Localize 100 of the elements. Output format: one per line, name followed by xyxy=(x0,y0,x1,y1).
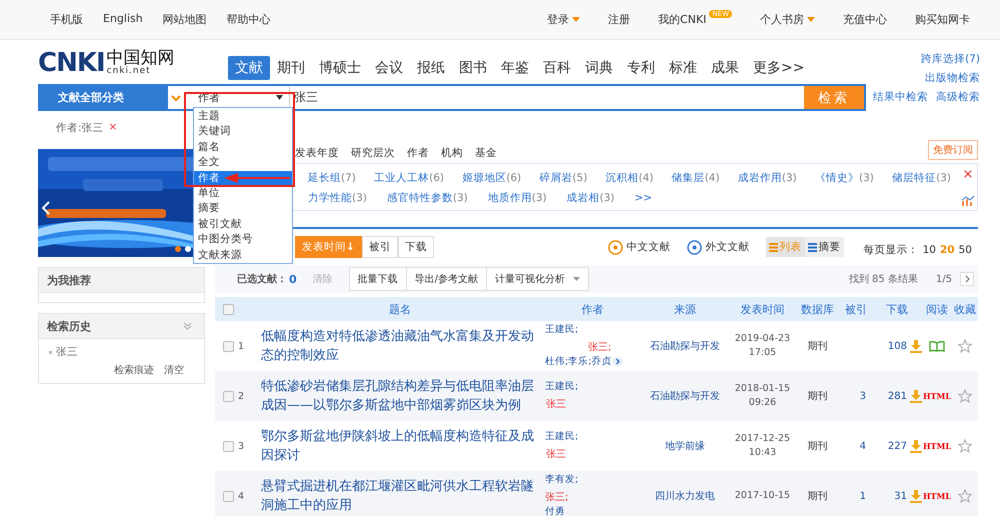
author-link[interactable]: 张三 xyxy=(545,448,578,462)
top-link[interactable]: 网站地图 xyxy=(162,12,207,27)
chevron-right-icon[interactable] xyxy=(964,275,970,283)
language-link[interactable]: 中文文献 xyxy=(608,240,671,254)
author-link[interactable]: 张三; xyxy=(545,491,580,505)
top-link[interactable]: 充值中心 xyxy=(843,12,887,27)
author-link[interactable]: 王建民; xyxy=(545,381,578,392)
keyword-link[interactable]: 姬塬地区(6) xyxy=(462,171,522,185)
filter-tab[interactable]: 发表年度 xyxy=(295,146,339,163)
download-icon[interactable] xyxy=(910,490,922,502)
row-checkbox[interactable] xyxy=(223,340,234,352)
source-link[interactable]: 石油勘探与开发 xyxy=(650,339,720,353)
author-link[interactable]: 付勇 xyxy=(545,506,565,516)
dropdown-option[interactable]: 主题 xyxy=(194,109,292,124)
star-icon[interactable] xyxy=(958,489,972,503)
dropdown-option[interactable]: 文献来源 xyxy=(194,248,292,263)
chevron-down-icon[interactable] xyxy=(183,322,192,330)
keyword-link[interactable]: 《情史》(3) xyxy=(814,171,874,185)
keyword-link[interactable]: 储层特征(3) xyxy=(892,171,951,185)
html-link[interactable]: HTML xyxy=(923,391,951,401)
nav-tab[interactable]: 报纸 xyxy=(410,56,452,80)
history-item[interactable]: 张三 xyxy=(56,345,78,359)
filter-tab[interactable]: 研究层次 xyxy=(351,146,395,163)
chart-icon[interactable] xyxy=(961,195,975,206)
caret-icon[interactable] xyxy=(276,95,283,100)
top-link[interactable]: 我的CNKI xyxy=(658,12,706,27)
page-size-option[interactable]: 10 xyxy=(922,244,936,256)
nav-tab[interactable]: 图书 xyxy=(452,56,494,80)
keyword-link[interactable]: 碎屑岩(5) xyxy=(539,171,588,185)
keyword-link[interactable]: 工业人工林(6) xyxy=(374,171,444,185)
source-link[interactable]: 地学前缘 xyxy=(665,439,705,453)
nav-tab[interactable]: 更多>> xyxy=(746,56,812,80)
title-link[interactable]: 特低渗砂岩储集层孔隙结构差异与低电阻率油层成因——以鄂尔多斯盆地中部烟雾峁区块为例 xyxy=(255,377,545,415)
dropdown-option[interactable]: 篇名 xyxy=(194,140,292,156)
action-button[interactable]: 计量可视化分析 xyxy=(487,268,588,290)
history-link[interactable]: 清空 xyxy=(164,363,184,377)
download-icon[interactable] xyxy=(910,440,922,452)
source-link[interactable]: 石油勘探与开发 xyxy=(650,389,720,403)
next-page-button[interactable] xyxy=(960,272,974,286)
title-link[interactable]: 低幅度构造对特低渗透油藏油气水富集及开发动态的控制效应 xyxy=(255,327,545,365)
author-link[interactable]: 张三 xyxy=(545,398,578,412)
top-link[interactable]: 注册 xyxy=(608,12,630,27)
nav-tab[interactable]: 文献 xyxy=(228,56,270,80)
more-link[interactable]: >> xyxy=(634,192,652,204)
author-link[interactable]: 乔贞 xyxy=(591,356,612,367)
title-link[interactable]: 鄂尔多斯盆地伊陕斜坡上的低幅度构造特征及成因探讨 xyxy=(255,427,545,465)
top-link[interactable]: English xyxy=(103,12,143,27)
nav-tab[interactable]: 会议 xyxy=(368,56,410,80)
keyword-link[interactable]: 感官特性参数(3) xyxy=(386,191,468,205)
nav-tab[interactable]: 成果 xyxy=(704,56,746,80)
author-link[interactable]: 张三; xyxy=(545,341,624,355)
nav-tab[interactable]: 标准 xyxy=(662,56,704,80)
citation-count[interactable]: 3 xyxy=(860,390,866,402)
top-link[interactable]: 个人书房 xyxy=(760,12,804,27)
remove-button[interactable]: × xyxy=(108,121,118,143)
dropdown-option[interactable]: 全文 xyxy=(194,155,292,171)
search-link[interactable]: 跨库选择(7) xyxy=(921,52,980,66)
top-link[interactable]: 帮助中心 xyxy=(226,12,271,27)
keyword-link[interactable]: 地质作用(3) xyxy=(488,191,547,205)
top-link[interactable]: 登录 xyxy=(547,12,570,27)
close-button[interactable]: × xyxy=(962,168,974,181)
citation-count[interactable]: 1 xyxy=(860,490,866,502)
nav-tab[interactable]: 年鉴 xyxy=(494,56,536,80)
author-link[interactable]: 王建民; xyxy=(545,324,578,335)
keyword-link[interactable]: 成岩作用(3) xyxy=(738,171,797,185)
search-link[interactable]: 出版物检索 xyxy=(925,71,980,85)
keyword-link[interactable]: 力学性能(3) xyxy=(308,191,367,205)
more-icon[interactable] xyxy=(612,356,624,367)
category-selector[interactable]: 文献全部分类 xyxy=(40,86,168,109)
dropdown-option[interactable]: 摘要 xyxy=(194,201,292,217)
star-icon[interactable] xyxy=(958,339,972,353)
action-button[interactable]: 批量下载 xyxy=(350,268,407,290)
keyword-link[interactable]: 成岩相(3) xyxy=(566,191,614,205)
language-link[interactable]: 外文文献 xyxy=(686,240,750,254)
top-link[interactable]: 购买知网卡 xyxy=(915,12,970,27)
nav-tab[interactable]: 期刊 xyxy=(270,56,312,80)
html-link[interactable]: HTML xyxy=(923,441,951,451)
chevron-left-icon[interactable] xyxy=(42,201,50,215)
list-icon[interactable] xyxy=(768,242,778,252)
page-size-option[interactable]: 50 xyxy=(958,244,972,256)
dropdown-option[interactable]: 关键词 xyxy=(194,124,292,140)
star-icon[interactable] xyxy=(958,389,972,403)
row-checkbox[interactable] xyxy=(223,390,234,402)
download-icon[interactable] xyxy=(910,390,922,402)
title-link[interactable]: 悬臂式掘进机在都江堰灌区毗河供水工程软岩隧洞施工中的应用 xyxy=(255,477,545,515)
top-link[interactable]: 手机版 xyxy=(50,12,83,27)
select-all-checkbox[interactable] xyxy=(223,304,234,314)
nav-tab[interactable]: 词典 xyxy=(578,56,620,80)
keyword-link[interactable]: 沉积相(4) xyxy=(606,171,654,185)
dropdown-option[interactable]: 单位 xyxy=(194,186,292,202)
author-link[interactable]: 李有发; xyxy=(545,474,578,485)
dropdown-option[interactable]: 被引文献 xyxy=(194,216,292,232)
author-link[interactable]: 杜伟; xyxy=(545,356,568,367)
keyword-link[interactable]: 延长组(7) xyxy=(308,171,356,185)
nav-tab[interactable]: 博硕士 xyxy=(312,56,368,80)
list-icon[interactable] xyxy=(808,242,817,252)
dropdown-option[interactable]: 中图分类号 xyxy=(194,232,292,248)
row-checkbox[interactable] xyxy=(223,490,234,502)
search-link[interactable]: 结果中检索 xyxy=(873,90,928,104)
html-link[interactable]: HTML xyxy=(923,491,951,501)
